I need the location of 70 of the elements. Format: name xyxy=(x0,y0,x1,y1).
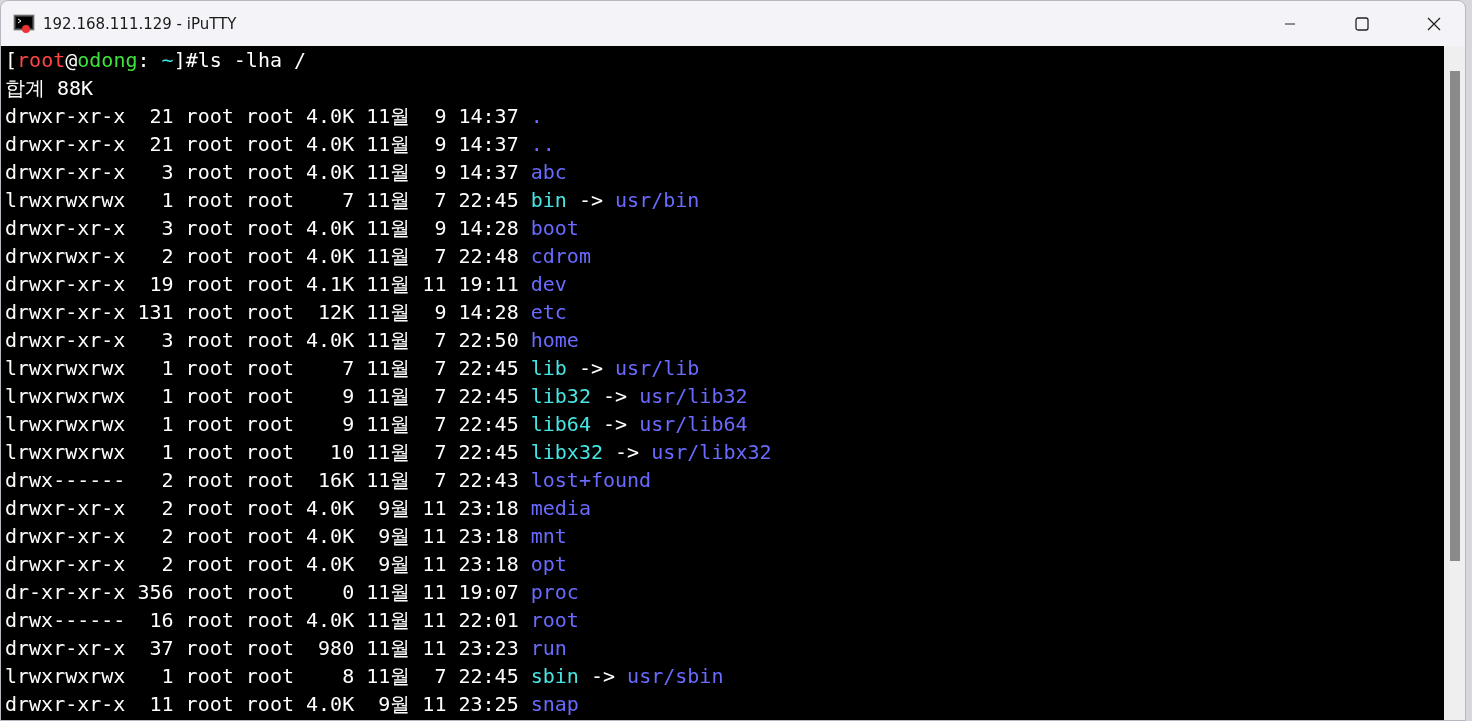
file-name: opt xyxy=(530,551,567,578)
link-arrow: -> xyxy=(603,411,628,438)
file-name: lib xyxy=(530,355,567,382)
file-details: lrwxrwxrwx 1 root root 7 11월 7 22:45 xyxy=(5,187,519,214)
file-name: media xyxy=(530,495,591,522)
file-name: lib64 xyxy=(530,411,591,438)
file-name: lost+found xyxy=(530,467,652,494)
file-details: drwxr-xr-x 21 root root 4.0K 11월 9 14:37 xyxy=(5,103,519,130)
file-name: libx32 xyxy=(530,439,603,466)
file-details: lrwxrwxrwx 1 root root 10 11월 7 22:45 xyxy=(5,439,519,466)
file-name: cdrom xyxy=(530,243,591,270)
file-name: .. xyxy=(530,131,555,158)
link-target: usr/libx32 xyxy=(651,439,772,466)
prompt-text: : xyxy=(137,47,151,74)
scrollbar-track[interactable] xyxy=(1444,46,1465,720)
file-name: abc xyxy=(530,159,567,186)
link-target: usr/lib32 xyxy=(639,383,748,410)
scrollbar-thumb[interactable] xyxy=(1449,71,1460,561)
file-details: drwxr-xr-x 21 root root 4.0K 11월 9 14:37 xyxy=(5,131,519,158)
link-arrow: -> xyxy=(590,663,616,690)
file-name: home xyxy=(530,327,579,354)
file-details: lrwxrwxrwx 1 root root 8 11월 7 22:45 xyxy=(5,663,519,690)
prompt-text: @ xyxy=(65,47,78,74)
file-details: drwx------ 16 root root 4.0K 11월 11 22:01 xyxy=(5,607,519,634)
prompt-text: [ xyxy=(5,47,18,74)
link-target: usr/bin xyxy=(615,187,700,214)
file-details: drwxr-xr-x 3 root root 4.0K 11월 9 14:37 xyxy=(5,159,519,186)
file-details: drwxr-xr-x 37 root root 980 11월 11 23:23 xyxy=(5,635,519,662)
file-name: sbin xyxy=(530,663,579,690)
maximize-icon xyxy=(1355,16,1369,31)
file-details: drwxr-xr-x 3 root root 4.0K 11월 7 22:50 xyxy=(5,327,519,354)
file-details: drwxr-xr-x 19 root root 4.1K 11월 11 19:11 xyxy=(5,271,519,298)
file-details: lrwxrwxrwx 1 root root 7 11월 7 22:45 xyxy=(5,355,519,382)
link-arrow: -> xyxy=(578,187,603,214)
total-size: 합계 88K xyxy=(5,75,94,102)
link-arrow: -> xyxy=(615,439,640,466)
close-icon xyxy=(1427,16,1441,31)
file-details: drwxr-xr-x 2 root root 4.0K 9월 11 23:18 xyxy=(5,551,519,578)
window-title: 192.168.111.129 - iPuTTY xyxy=(43,14,238,33)
file-details: drwxr-xr-x 131 root root 12K 11월 9 14:28 xyxy=(5,299,519,326)
link-arrow: -> xyxy=(578,355,603,382)
file-details: drwx------ 2 root root 16K 11월 7 22:43 xyxy=(5,467,519,494)
file-details: drwxr-xr-x 3 root root 4.0K 11월 9 14:28 xyxy=(5,215,519,242)
file-details: drwxr-xr-x 2 root root 4.0K 9월 11 23:18 xyxy=(5,523,519,550)
file-name: etc xyxy=(530,299,567,326)
file-name: lib32 xyxy=(530,383,591,410)
file-details: drwxrwxr-x 2 root root 4.0K 11월 7 22:48 xyxy=(5,243,519,270)
file-name: dev xyxy=(530,271,567,298)
file-details: dr-xr-xr-x 356 root root 0 11월 11 19:07 xyxy=(5,579,519,606)
file-name: bin xyxy=(530,187,567,214)
file-name: run xyxy=(530,635,567,662)
file-name: root xyxy=(530,607,579,634)
file-details: drwxr-xr-x 11 root root 4.0K 9월 11 23:25 xyxy=(5,691,519,718)
file-name: snap xyxy=(530,691,579,718)
file-name: . xyxy=(530,103,543,130)
file-name: mnt xyxy=(530,523,567,550)
file-name: boot xyxy=(530,215,579,242)
prompt-text: ]#ls -lha / xyxy=(173,47,307,74)
link-arrow: -> xyxy=(603,383,628,410)
file-details: drwxr-xr-x 2 root root 4.0K 9월 11 23:18 xyxy=(5,495,519,522)
terminal-app-icon xyxy=(13,13,35,34)
prompt-user: root xyxy=(17,47,66,74)
file-details: lrwxrwxrwx 1 root root 9 11월 7 22:45 xyxy=(5,411,519,438)
link-target: usr/lib64 xyxy=(639,411,748,438)
prompt-path: ~ xyxy=(161,47,174,74)
link-target: usr/lib xyxy=(615,355,700,382)
prompt-host: odong xyxy=(77,47,138,74)
link-target: usr/sbin xyxy=(627,663,724,690)
file-name: proc xyxy=(530,579,579,606)
file-details: lrwxrwxrwx 1 root root 9 11월 7 22:45 xyxy=(5,383,519,410)
